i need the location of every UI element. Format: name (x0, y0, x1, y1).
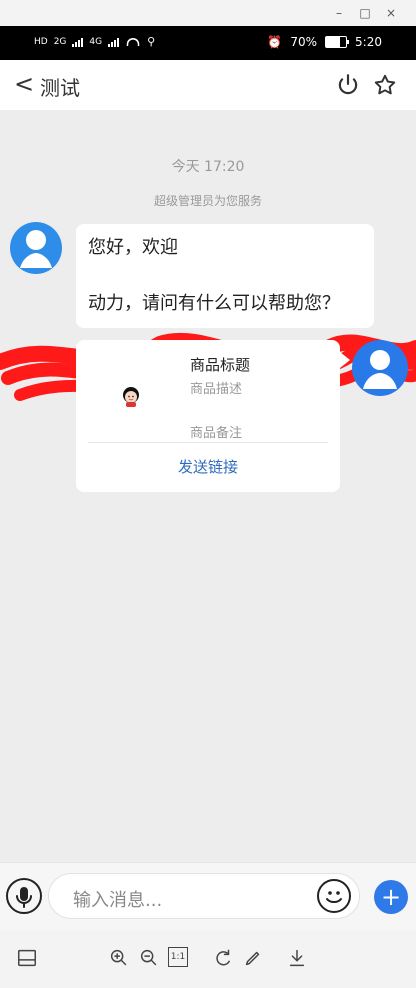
chat-header: < 测试 (0, 60, 416, 110)
message-input-bar: 输入消息... + (0, 862, 416, 931)
edit-icon[interactable] (242, 947, 264, 969)
user-icon (363, 350, 397, 389)
status-left: HD 2G 4G ⚲ (34, 35, 155, 48)
emoji-button[interactable] (317, 879, 351, 913)
signal-bars-icon (108, 37, 120, 47)
send-link-button[interactable]: 发送链接 (76, 456, 340, 477)
battery-percent: 70% (290, 35, 318, 49)
page-title: 测试 (40, 76, 80, 100)
system-message: 超级管理员为您服务 (153, 194, 262, 208)
window-title-bar: – □ × (0, 0, 416, 26)
card-divider (88, 442, 328, 443)
product-card[interactable]: 商品标题 商品描述 商品备注 发送链接 (76, 340, 350, 492)
message-input[interactable]: 输入消息... (48, 873, 360, 919)
message-placeholder: 输入消息... (73, 890, 163, 911)
star-icon[interactable] (372, 72, 398, 98)
bottom-toolbar: 1:1 (0, 930, 416, 988)
maximize-button[interactable]: □ (356, 4, 374, 22)
zoom-fit-button[interactable]: 1:1 (168, 947, 188, 967)
message-line-1: 您好，欢迎 (88, 237, 178, 258)
close-button[interactable]: × (382, 4, 400, 22)
rotate-icon[interactable] (212, 947, 234, 969)
emoji-icon (326, 891, 342, 903)
product-title: 商品标题 (190, 356, 251, 374)
user-icon (20, 230, 52, 268)
window-layout-icon[interactable] (16, 947, 38, 969)
agent-message-bubble: 您好，欢迎 动力，请问有什么可以帮助您？ (76, 224, 374, 328)
back-button[interactable]: < (14, 72, 38, 97)
user-avatar (352, 340, 408, 396)
add-button[interactable]: + (374, 880, 408, 914)
battery-icon (325, 36, 350, 48)
product-image-icon (123, 387, 139, 407)
power-icon[interactable] (335, 72, 361, 98)
wifi-icon (126, 37, 140, 46)
status-right: ⏰ 70% 5:20 (267, 35, 382, 49)
alarm-icon: ⏰ (267, 35, 283, 49)
microphone-button[interactable] (6, 878, 42, 914)
agent-avatar (10, 222, 62, 274)
network-2g: 2G (53, 36, 67, 47)
message-time: 今天 17:20 (171, 159, 245, 175)
zoom-out-icon[interactable] (138, 947, 160, 969)
network-4g: 4G (89, 36, 103, 47)
status-bar: HD 2G 4G ⚲ ⏰ 70% 5:20 (0, 26, 416, 60)
chat-area[interactable]: 今天 17:20 超级管理员为您服务 您好，欢迎 动力，请问有什么可以帮助您？ … (0, 110, 416, 862)
signal-bars-icon (72, 37, 84, 47)
usb-icon: ⚲ (147, 35, 156, 48)
message-line-2: 动力，请问有什么可以帮助您？ (88, 293, 340, 314)
product-note: 商品备注 (190, 426, 243, 441)
microphone-icon (16, 887, 32, 908)
hd-indicator: HD (34, 36, 48, 47)
product-description: 商品描述 (190, 382, 243, 397)
minimize-button[interactable]: – (330, 4, 348, 22)
download-icon[interactable] (286, 947, 308, 969)
status-time: 5:20 (355, 35, 382, 49)
zoom-in-icon[interactable] (108, 947, 130, 969)
